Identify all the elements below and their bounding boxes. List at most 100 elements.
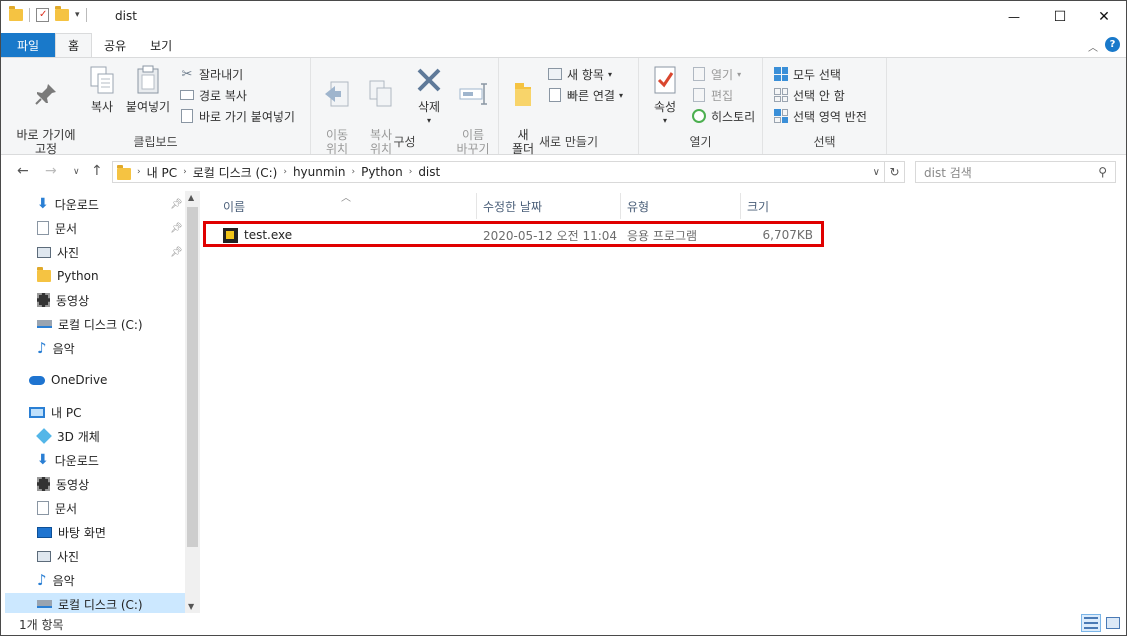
chevron-right-icon[interactable]: ›: [409, 167, 413, 177]
select-none-button[interactable]: 선택 안 함: [773, 85, 845, 105]
chevron-right-icon[interactable]: ›: [283, 167, 287, 177]
maximize-button[interactable]: ☐: [1037, 1, 1083, 33]
group-clipboard: 바로 가기에 고정 복사 붙여넣기 ✂ 잘라내기 경로 복사 바로 가기 붙여넣…: [1, 58, 311, 156]
pin-icon[interactable]: 📌︎: [170, 223, 183, 234]
breadcrumb-python[interactable]: Python: [361, 165, 403, 179]
tab-home[interactable]: 홈: [55, 33, 93, 57]
nav-item-documents-pc[interactable]: 문서: [37, 497, 77, 519]
scroll-down-icon[interactable]: ▼: [188, 602, 194, 611]
chevron-down-icon[interactable]: ▾: [75, 10, 80, 20]
breadcrumb-this-pc[interactable]: 내 PC: [147, 164, 177, 181]
cut-button[interactable]: ✂ 잘라내기: [179, 64, 244, 84]
tab-file[interactable]: 파일: [1, 33, 55, 57]
nav-item-music-pc[interactable]: ♪ 음악: [37, 569, 75, 591]
breadcrumb-hyunmin[interactable]: hyunmin: [293, 165, 346, 179]
chevron-down-icon: ▾: [426, 116, 431, 125]
file-name-cell[interactable]: test.exe: [223, 225, 292, 245]
nav-item-videos-pc[interactable]: 동영상: [37, 473, 89, 495]
nav-label: 바탕 화면: [58, 525, 106, 540]
chevron-right-icon[interactable]: ›: [351, 167, 355, 177]
divider: [29, 8, 30, 22]
search-icon[interactable]: ⚲: [1098, 165, 1107, 179]
nav-item-3d-objects[interactable]: 3D 개체: [36, 425, 100, 447]
scroll-up-icon[interactable]: ▲: [188, 193, 194, 202]
large-icons-view-button[interactable]: [1103, 614, 1123, 632]
folder-icon: [117, 164, 131, 180]
new-folder-icon[interactable]: [55, 6, 69, 21]
minimize-button[interactable]: —: [991, 1, 1037, 33]
ribbon-tabs: 파일 홈 공유 보기 ︿ ?: [1, 33, 1126, 57]
nav-item-videos[interactable]: 동영상: [37, 289, 89, 311]
properties-button[interactable]: 속성 ▾: [645, 64, 685, 128]
invert-selection-button[interactable]: 선택 영역 반전: [773, 106, 867, 126]
recent-chevron-icon[interactable]: ∨: [73, 167, 80, 177]
breadcrumb-dist[interactable]: dist: [418, 165, 440, 179]
nav-item-desktop[interactable]: 바탕 화면: [37, 521, 106, 543]
edit-button[interactable]: 편집: [691, 85, 733, 105]
invert-selection-icon: [773, 108, 789, 124]
address-row: ← → ∨ ↑ › 내 PC › 로컬 디스크 (C:) › hyunmin ›…: [1, 155, 1126, 189]
back-arrow-icon[interactable]: ←: [17, 163, 29, 179]
nav-item-local-disk-pc[interactable]: 로컬 디스크 (C:): [5, 593, 185, 613]
tab-view[interactable]: 보기: [138, 33, 184, 57]
paste-button[interactable]: 붙여넣기: [121, 64, 175, 114]
nav-item-downloads[interactable]: ⬇ 다운로드: [37, 193, 99, 215]
address-dropdown-icon[interactable]: ∨: [873, 167, 880, 178]
details-view-button[interactable]: [1081, 614, 1101, 632]
nav-label: 3D 개체: [57, 429, 100, 444]
group-label-organize: 구성: [393, 135, 416, 149]
nav-item-documents[interactable]: 문서: [37, 217, 77, 239]
new-item-icon: [547, 66, 563, 82]
nav-item-pictures[interactable]: 사진: [37, 241, 79, 263]
new-item-label: 새 항목: [567, 67, 604, 82]
copy-to-icon: [365, 78, 397, 110]
close-button[interactable]: ✕: [1081, 1, 1127, 33]
chevron-right-icon[interactable]: ›: [183, 167, 187, 177]
forward-arrow-icon[interactable]: →: [45, 163, 57, 179]
download-icon: ⬇: [37, 452, 49, 468]
nav-item-python[interactable]: Python: [37, 265, 99, 287]
nav-item-onedrive[interactable]: OneDrive: [29, 369, 107, 391]
chevron-right-icon[interactable]: ›: [137, 167, 141, 177]
paste-shortcut-button[interactable]: 바로 가기 붙여넣기: [179, 106, 295, 126]
breadcrumb-local-disk[interactable]: 로컬 디스크 (C:): [193, 164, 278, 181]
select-all-button[interactable]: 모두 선택: [773, 64, 841, 84]
select-all-icon: [773, 66, 789, 82]
chevron-down-icon: ▾: [737, 69, 742, 79]
copy-path-button[interactable]: 경로 복사: [179, 85, 247, 105]
nav-label: Python: [57, 269, 99, 283]
nav-item-downloads-pc[interactable]: ⬇ 다운로드: [37, 449, 99, 471]
ribbon-collapse-icon[interactable]: ︿: [1088, 39, 1098, 54]
tab-share[interactable]: 공유: [92, 33, 138, 57]
nav-item-music[interactable]: ♪ 음악: [37, 337, 75, 359]
group-label-open: 열기: [689, 135, 712, 149]
address-bar[interactable]: › 내 PC › 로컬 디스크 (C:) › hyunmin › Python …: [112, 161, 905, 183]
column-header-type[interactable]: 유형: [621, 193, 741, 219]
help-icon[interactable]: ?: [1105, 37, 1120, 52]
open-button[interactable]: 열기 ▾: [691, 64, 741, 84]
chevron-down-icon: ▾: [618, 90, 623, 100]
minimize-icon: —: [1008, 10, 1020, 24]
new-item-button[interactable]: 새 항목 ▾: [547, 64, 612, 84]
search-input[interactable]: dist 검색 ⚲: [915, 161, 1116, 183]
history-button[interactable]: 히스토리: [691, 106, 755, 126]
nav-item-this-pc[interactable]: 내 PC: [29, 401, 81, 423]
nav-item-pictures-pc[interactable]: 사진: [37, 545, 79, 567]
properties-check-icon[interactable]: ✓: [36, 8, 49, 22]
column-header-name[interactable]: 이름: [217, 193, 477, 219]
desktop-icon: [37, 526, 52, 538]
up-arrow-icon[interactable]: ↑: [91, 163, 103, 179]
scrollbar-thumb[interactable]: [187, 207, 198, 547]
refresh-icon[interactable]: ↻: [884, 162, 904, 182]
copy-button[interactable]: 복사: [85, 64, 119, 114]
file-modified: 2020-05-12 오전 11:04: [483, 228, 618, 243]
column-header-size[interactable]: 크기: [741, 193, 827, 219]
easy-access-button[interactable]: 빠른 연결 ▾: [547, 85, 623, 105]
pin-icon[interactable]: 📌︎: [170, 247, 183, 258]
column-header-modified[interactable]: 수정한 날짜: [477, 193, 621, 219]
pin-icon[interactable]: 📌︎: [170, 199, 183, 210]
delete-button[interactable]: 삭제 ▾: [409, 64, 449, 128]
properties-check-icon: [649, 64, 681, 96]
nav-item-local-disk[interactable]: 로컬 디스크 (C:): [37, 313, 143, 335]
video-icon: [37, 477, 50, 491]
